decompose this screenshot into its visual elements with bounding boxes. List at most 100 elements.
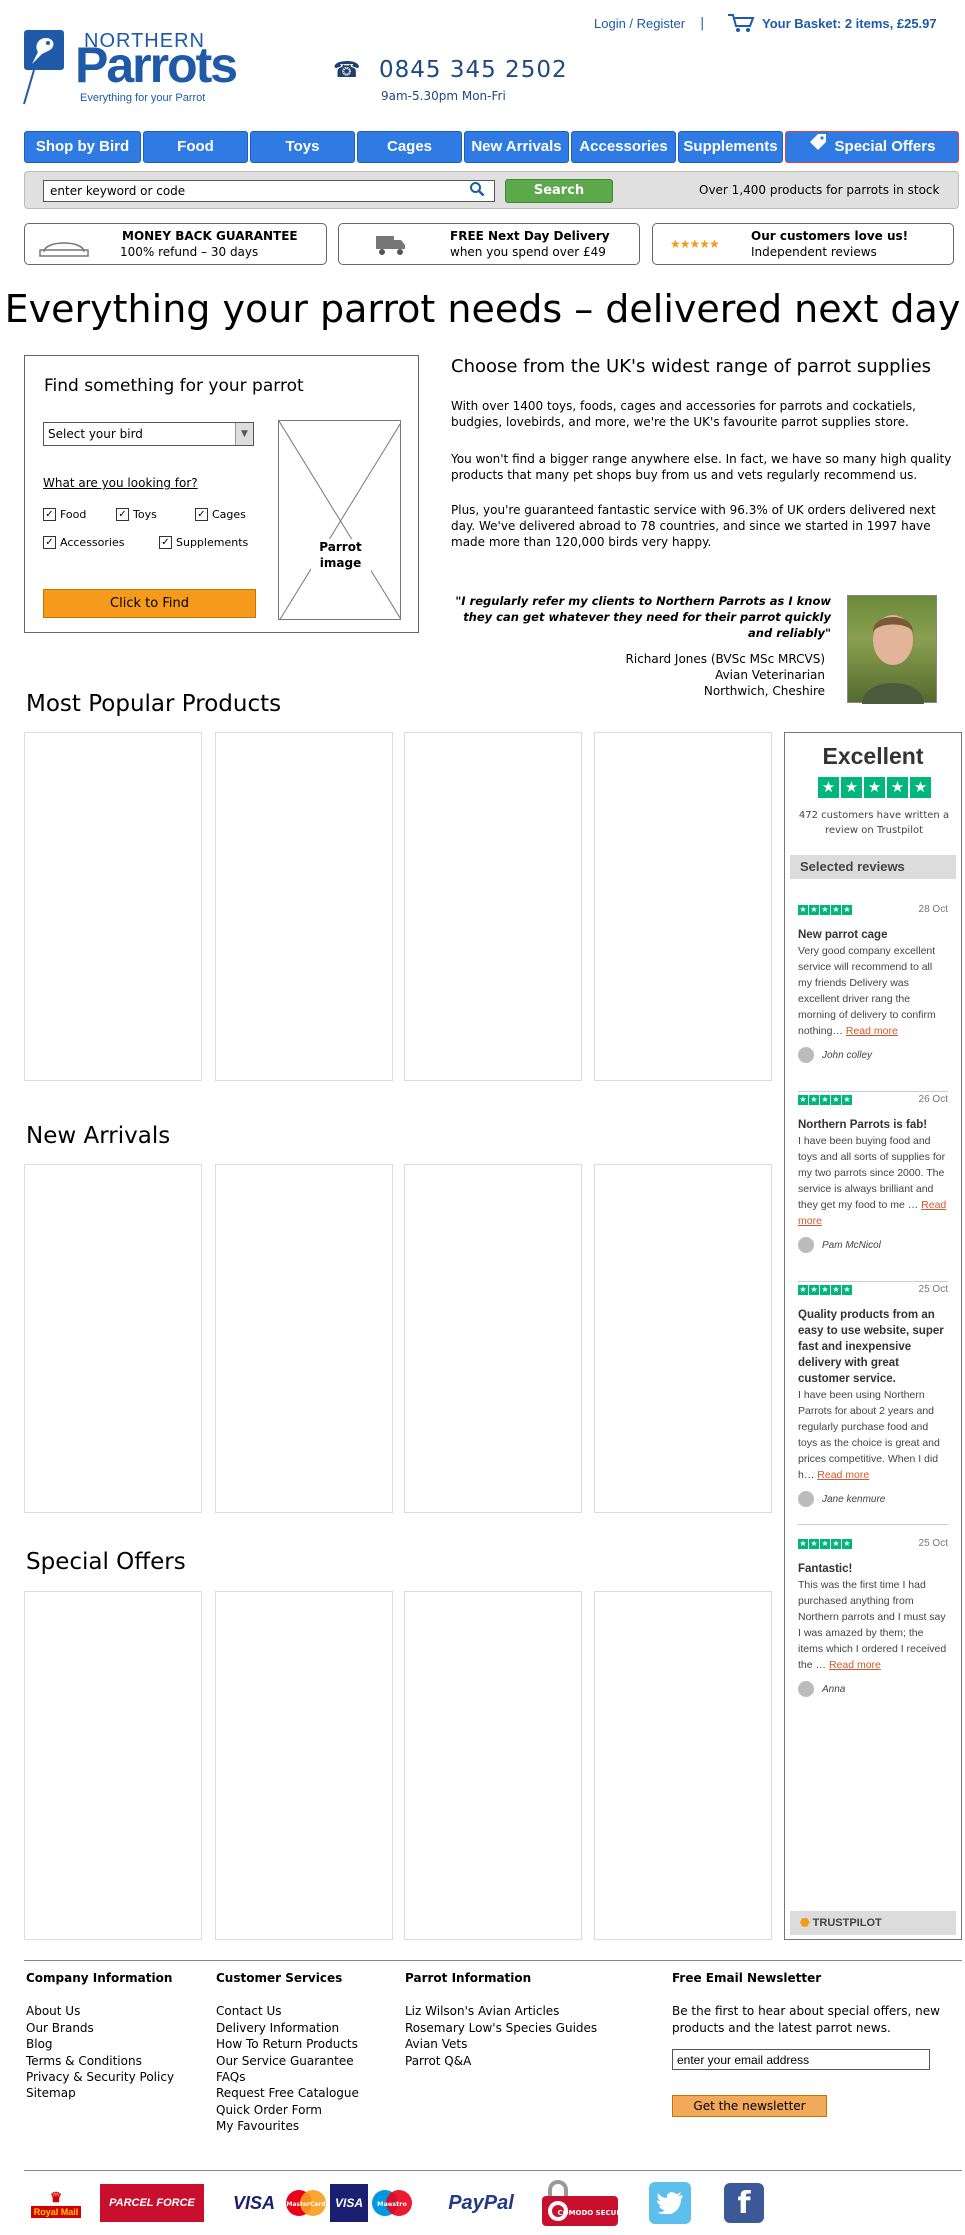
read-more-link[interactable]: Read more [829,1659,881,1671]
review-count: 472 customers have written a review on T… [798,810,950,836]
guarantee-icon [38,234,90,262]
footer-link-sitemap[interactable]: Sitemap [26,2085,206,2101]
star-icon: ★ [809,1539,819,1549]
checkbox-toys[interactable]: ✓ Toys [116,508,157,521]
money-back-promo[interactable]: MONEY BACK GUARANTEE 100% refund – 30 da… [24,223,327,265]
vet-photo [847,595,937,704]
nav-special-offers[interactable]: Special Offers [785,131,959,163]
footer-heading: Free Email Newsletter [672,1971,822,1985]
review-item: ★ ★ ★ ★ ★ 25 Oct Quality products from an ea… [798,1284,948,1507]
product-card[interactable] [24,1591,202,1940]
twitter-icon[interactable] [649,2182,691,2224]
nav-supplements[interactable]: Supplements [678,131,783,163]
tag-icon [809,132,827,162]
footer-link-privacy[interactable]: Privacy & Security Policy [26,2069,206,2085]
footer-link-species[interactable]: Rosemary Low's Species Guides [405,2020,625,2036]
basket-summary[interactable]: Your Basket: 2 items, £25.97 [762,16,937,31]
paypal-logo: PayPal [448,2191,514,2214]
nav-food[interactable]: Food [143,131,248,163]
check-icon: ✓ [195,508,208,521]
checkbox-label: Toys [133,508,157,521]
nav-cages[interactable]: Cages [357,131,462,163]
promo-title: MONEY BACK GUARANTEE [122,229,298,243]
footer-divider [24,2170,962,2171]
footer-link-returns[interactable]: How To Return Products [216,2036,396,2052]
star-icon: ★ [818,777,839,798]
checkbox-food[interactable]: ✓ Food [43,508,86,521]
review-date: 25 Oct [918,1538,948,1549]
section-title-new: New Arrivals [26,1123,171,1149]
star-icon: ★ [809,1095,819,1105]
login-register-link[interactable]: Login / Register [594,16,685,31]
product-card[interactable] [215,1164,393,1513]
footer-link-favourites[interactable]: My Favourites [216,2118,396,2134]
nav-accessories[interactable]: Accessories [571,131,676,163]
newsletter-button[interactable]: Get the newsletter [672,2095,827,2117]
search-input[interactable] [43,180,495,202]
footer-newsletter: Free Email Newsletter Be the first to he… [672,1970,957,2036]
footer-link-brands[interactable]: Our Brands [26,2020,206,2036]
nav-toys[interactable]: Toys [250,131,355,163]
product-card[interactable] [215,732,393,1081]
product-card[interactable] [404,732,582,1081]
visa-logo: VISA [232,2192,275,2213]
star-icon: ★ [910,777,931,798]
quote-role: Avian Veterinarian [715,668,825,682]
product-card[interactable] [594,732,772,1081]
footer-link-quick-order[interactable]: Quick Order Form [216,2102,396,2118]
footer-divider [24,1960,962,1961]
hero-title: Everything your parrot needs – delivered… [4,287,961,331]
parrot-logo-icon[interactable] [24,30,64,70]
chevron-down-icon[interactable]: ▼ [235,423,253,445]
search-button[interactable]: Search [505,179,613,203]
review-divider [798,1281,948,1282]
mastercard-text: MasterCard [286,2201,325,2208]
product-card[interactable] [404,1591,582,1940]
reviews-promo[interactable]: ★★★★★ Our customers love us! Independent… [652,223,954,265]
trustpilot-brand[interactable]: ⬣ TRUSTPILOT [790,1911,956,1935]
lookfor-label: What are you looking for? [43,476,198,490]
product-card[interactable] [24,1164,202,1513]
footer-link-articles[interactable]: Liz Wilson's Avian Articles [405,2003,625,2019]
find-button[interactable]: Click to Find [43,589,256,618]
read-more-link[interactable]: Read more [817,1469,869,1481]
cart-icon[interactable] [727,13,755,37]
checkbox-supplements[interactable]: ✓ Supplements [159,536,248,549]
footer-link-terms[interactable]: Terms & Conditions [26,2053,206,2069]
footer-link-delivery[interactable]: Delivery Information [216,2020,396,2036]
product-card[interactable] [24,732,202,1081]
intro-paragraph: Plus, you're guaranteed fantastic servic… [451,503,936,549]
avatar-icon [798,1491,814,1507]
nav-shop-by-bird[interactable]: Shop by Bird [24,131,141,163]
footer-heading: Parrot Information [405,1971,532,1985]
delivery-promo[interactable]: FREE Next Day Delivery when you spend ov… [338,223,640,265]
footer-link-catalogue[interactable]: Request Free Catalogue [216,2085,396,2101]
footer-link-blog[interactable]: Blog [26,2036,206,2052]
logo-text[interactable]: Parrots [75,40,238,90]
footer-link-guarantee[interactable]: Our Service Guarantee [216,2053,396,2069]
footer-link-about[interactable]: About Us [26,2003,206,2019]
checkbox-accessories[interactable]: ✓ Accessories [43,536,124,549]
footer-link-vets[interactable]: Avian Vets [405,2036,625,2052]
product-card[interactable] [404,1164,582,1513]
header-separator: | [700,16,705,31]
newsletter-email-input[interactable] [672,2049,930,2070]
comodo-logo: COMODO SECURE [540,2178,620,2228]
facebook-icon[interactable]: f [724,2183,764,2223]
star-icon: ★ [798,1095,808,1105]
nav-new-arrivals[interactable]: New Arrivals [464,131,569,163]
bird-select[interactable]: Select your bird ▼ [43,422,254,446]
product-card[interactable] [215,1591,393,1940]
star-icon: ★ [842,1285,852,1295]
footer-link-faqs[interactable]: FAQs [216,2069,396,2085]
footer-link-qa[interactable]: Parrot Q&A [405,2053,625,2069]
checkbox-cages[interactable]: ✓ Cages [195,508,246,521]
footer-heading: Customer Services [216,1971,343,1985]
quote-name: Richard Jones (BVSc MSc MRCVS) [625,652,825,666]
check-icon: ✓ [116,508,129,521]
footer-link-contact[interactable]: Contact Us [216,2003,396,2019]
product-card[interactable] [594,1164,772,1513]
read-more-link[interactable]: Read more [846,1025,898,1037]
product-card[interactable] [594,1591,772,1940]
search-icon[interactable] [467,181,487,201]
